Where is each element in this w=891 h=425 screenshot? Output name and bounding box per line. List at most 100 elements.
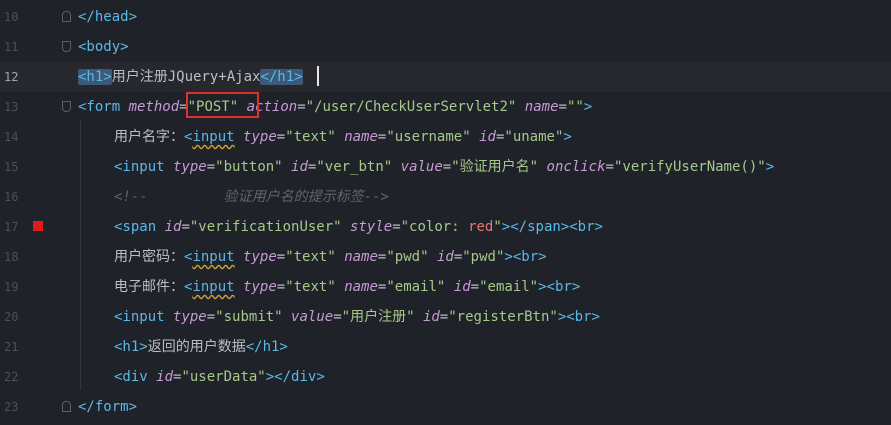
code-token: <input xyxy=(114,309,174,325)
code-token: ><br> xyxy=(504,249,547,265)
code-token: "uname" xyxy=(504,129,564,145)
code-line[interactable]: 19 电子邮件：<input type="text" name="email" i… xyxy=(0,272,891,302)
line-number: 21 xyxy=(4,340,19,354)
code-token: "text" xyxy=(285,129,336,145)
code-text: </head> xyxy=(78,2,137,32)
code-token: = xyxy=(439,309,449,325)
fold-toggle-icon[interactable] xyxy=(62,101,71,112)
code-line[interactable]: 12 <h1>用户注册JQuery+Ajax</h1> xyxy=(0,62,891,92)
code-token: "ver_btn" xyxy=(316,159,393,175)
code-token: type xyxy=(243,129,277,145)
code-token: <input xyxy=(184,249,235,265)
line-number: 14 xyxy=(4,130,19,144)
code-line[interactable]: 10 </head> xyxy=(0,2,891,32)
code-text: 用户密码：<input type="text" name="pwd" id="p… xyxy=(114,242,547,272)
code-token: ><br> xyxy=(538,279,581,295)
code-line[interactable]: 23 </form> xyxy=(0,392,891,422)
code-token: 用户密码： xyxy=(114,249,184,265)
code-token: = xyxy=(453,249,463,265)
fold-toggle-icon[interactable] xyxy=(62,41,71,52)
code-token: "email" xyxy=(479,279,539,295)
code-token: method xyxy=(128,99,180,115)
code-token: name xyxy=(524,99,559,115)
code-token: type xyxy=(243,279,277,295)
code-token: = xyxy=(276,279,286,295)
code-token: "username" xyxy=(386,129,471,145)
code-text: <body> xyxy=(78,32,129,62)
code-token: id xyxy=(479,129,496,145)
code-token: = xyxy=(276,129,286,145)
code-token: "button" xyxy=(215,159,283,175)
code-token: "verifyUserName()" xyxy=(613,159,766,175)
code-text: 用户名字：<input type="text" name="username" … xyxy=(114,122,572,152)
code-token: id xyxy=(291,159,308,175)
code-token: <input xyxy=(184,129,235,145)
code-line[interactable]: 14 用户名字：<input type="text" name="username… xyxy=(0,122,891,152)
code-token: type xyxy=(173,309,207,325)
code-line[interactable]: 18 用户密码：<input type="text" name="pwd" id=… xyxy=(0,242,891,272)
code-token: "text" xyxy=(285,279,336,295)
code-token: "registerBtn" xyxy=(448,309,558,325)
code-line[interactable]: 15 <input type="button" id="ver_btn" valu… xyxy=(0,152,891,182)
code-line[interactable]: 21 <h1>返回的用户数据</h1> xyxy=(0,332,891,362)
code-line[interactable]: 20 <input type="submit" value="用户注册" id="… xyxy=(0,302,891,332)
code-token: "/user/CheckUserServlet2" xyxy=(305,99,517,115)
code-line[interactable]: 11 <body> xyxy=(0,32,891,62)
code-text: <input type="button" id="ver_btn" value=… xyxy=(114,152,774,182)
code-token: <h1> xyxy=(114,339,148,355)
code-text: 电子邮件：<input type="text" name="email" id=… xyxy=(114,272,580,302)
code-text: <h1>用户注册JQuery+Ajax</h1> xyxy=(78,62,303,92)
code-token: red xyxy=(468,219,494,235)
code-token: <form xyxy=(78,99,129,115)
code-token: id xyxy=(436,249,454,265)
code-token: "pwd" xyxy=(462,249,505,265)
code-token: = xyxy=(181,219,190,235)
code-line[interactable]: 22 <div id="userData"></div> xyxy=(0,362,891,392)
line-number: 11 xyxy=(4,40,19,54)
fold-toggle-icon[interactable] xyxy=(62,11,71,22)
code-token: name xyxy=(344,279,378,295)
code-token: > xyxy=(765,159,775,175)
code-editor[interactable]: 10 </head> 11 <body> 12 <h1>用户注册JQuery+Ajax</… xyxy=(0,0,891,425)
code-token: value xyxy=(291,309,334,325)
code-token: = xyxy=(392,219,401,235)
code-token: "pwd" xyxy=(386,249,429,265)
code-token: "email" xyxy=(386,279,446,295)
code-token: "verificationUser" xyxy=(189,219,342,235)
code-token: 返回的用户数据 xyxy=(147,339,246,355)
line-number: 23 xyxy=(4,400,19,414)
code-line[interactable]: 13 <form method="POST" action="/user/Chec… xyxy=(0,92,891,122)
fold-toggle-icon[interactable] xyxy=(62,401,71,412)
code-token: id xyxy=(164,219,182,235)
breakpoint-marker-icon[interactable] xyxy=(33,221,43,231)
code-line[interactable]: 17 <span id="verificationUser" style="col… xyxy=(0,212,891,242)
code-token: "userData" xyxy=(181,369,266,385)
code-token: id xyxy=(156,369,174,385)
line-number: 10 xyxy=(4,10,19,24)
code-token: value xyxy=(400,159,443,175)
code-token: = xyxy=(558,99,567,115)
code-token: ><br> xyxy=(557,309,600,325)
code-token: = xyxy=(276,249,286,265)
line-number: 22 xyxy=(4,370,19,384)
line-number: 20 xyxy=(4,310,19,324)
code-line[interactable]: 16 <!-- 验证用户名的提示标签--> xyxy=(0,182,891,212)
code-token: "验证用户名" xyxy=(451,159,539,175)
code-text: <span id="verificationUser" style="color… xyxy=(114,212,603,242)
code-token: name xyxy=(344,129,378,145)
code-token: = xyxy=(605,159,614,175)
code-token: id xyxy=(422,309,440,325)
code-token: </head> xyxy=(78,9,138,25)
